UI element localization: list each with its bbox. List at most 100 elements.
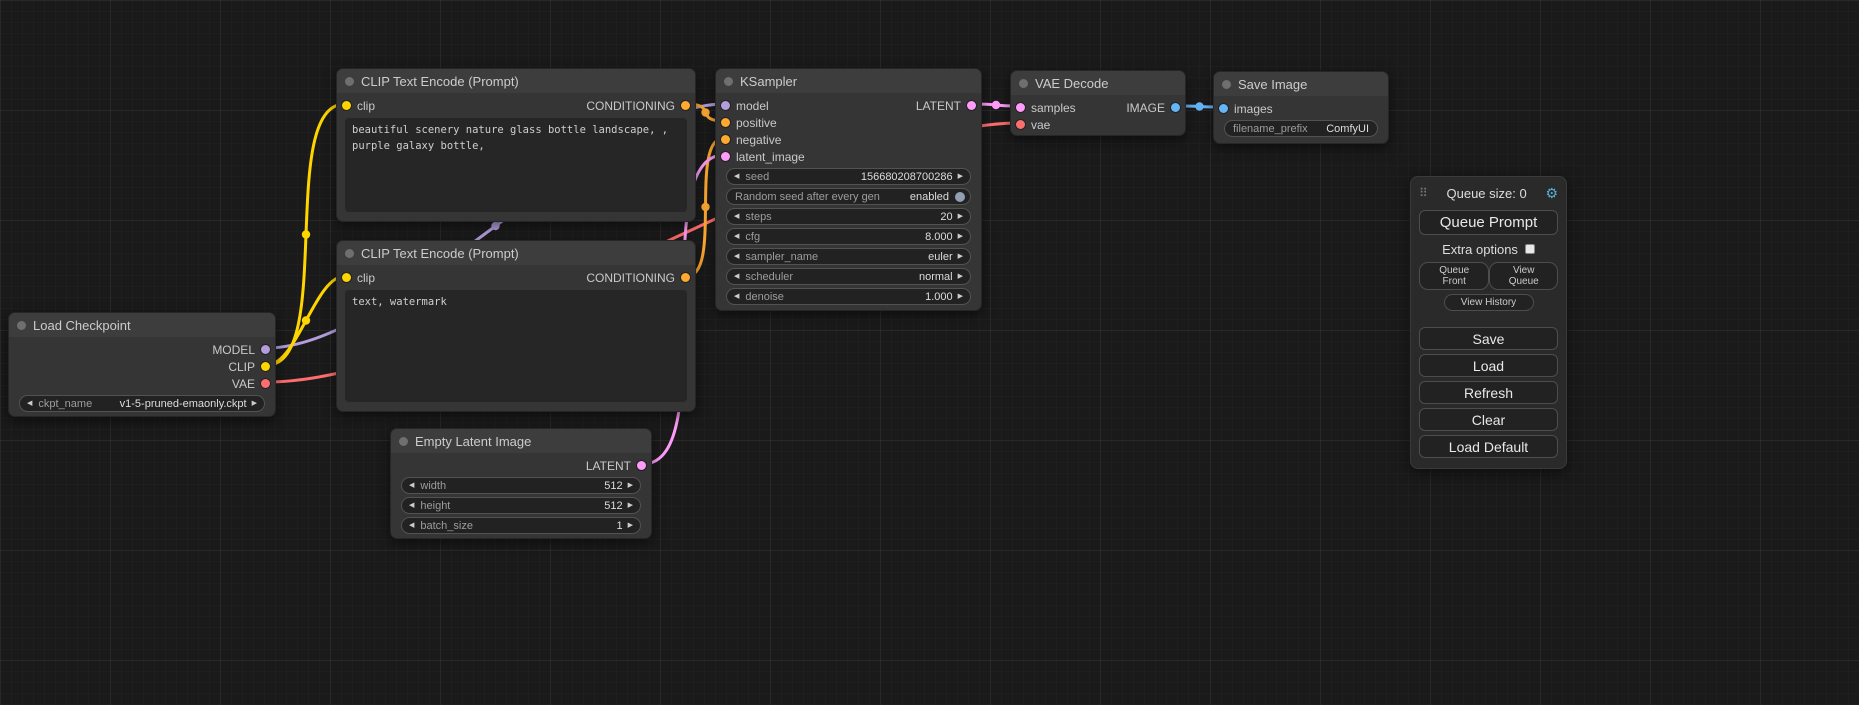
input-slot-vae[interactable]: [1016, 120, 1025, 129]
widget-value: 512: [604, 500, 622, 512]
widget-label: steps: [745, 211, 771, 223]
node-save-image[interactable]: Save Imageimagesfilename_prefixComfyUI: [1213, 71, 1389, 144]
slot-in: clip: [337, 99, 375, 113]
node-clip-text-encode-positive[interactable]: CLIP Text Encode (Prompt)clipCONDITIONIN…: [336, 68, 696, 222]
view-queue-button[interactable]: View Queue: [1489, 262, 1558, 290]
clear-button[interactable]: Clear: [1419, 408, 1558, 431]
increment-arrow-icon[interactable]: ▶: [623, 497, 640, 514]
extra-options-checkbox[interactable]: [1525, 244, 1535, 254]
increment-arrow-icon[interactable]: ▶: [623, 517, 640, 534]
input-slot-clip[interactable]: [342, 273, 351, 282]
widget-height[interactable]: ◀height 512▶: [401, 497, 641, 514]
refresh-button[interactable]: Refresh: [1419, 381, 1558, 404]
output-slot-label: IMAGE: [1126, 101, 1165, 115]
collapse-dot[interactable]: [724, 77, 733, 86]
slot-out: CONDITIONING: [586, 99, 695, 113]
output-slot-label: LATENT: [586, 459, 631, 473]
node-clip-text-encode-negative[interactable]: CLIP Text Encode (Prompt) clipCONDITIONIN…: [336, 240, 696, 412]
node-load-checkpoint[interactable]: Load CheckpointMODELCLIPVAE◀ckpt_namev1-…: [8, 312, 276, 417]
collapse-dot[interactable]: [17, 321, 26, 330]
increment-arrow-icon[interactable]: ▶: [953, 248, 970, 265]
slots-area: images: [1214, 100, 1388, 117]
widget-label: seed: [745, 171, 769, 183]
widget-value: 512: [604, 480, 622, 492]
widget-scheduler[interactable]: ◀schedulernormal▶: [726, 268, 971, 285]
input-slot-model[interactable]: [721, 101, 730, 110]
decrement-arrow-icon[interactable]: ◀: [727, 168, 745, 185]
view-history-button[interactable]: View History: [1444, 294, 1534, 311]
output-slot-label: CLIP: [228, 360, 255, 374]
widget-batch-size[interactable]: ◀batch_size1▶: [401, 517, 641, 534]
decrement-arrow-icon[interactable]: ◀: [402, 517, 420, 534]
increment-arrow-icon[interactable]: ▶: [623, 477, 640, 494]
widget-random-seed-after-every-gen[interactable]: Random seed after every genenabled: [726, 188, 971, 205]
collapse-dot[interactable]: [1019, 79, 1028, 88]
slot-out: VAE: [232, 377, 275, 391]
queue-front-button[interactable]: Queue Front: [1419, 262, 1489, 290]
widget-seed[interactable]: ◀seed156680208700286▶: [726, 168, 971, 185]
output-slot-MODEL[interactable]: [261, 345, 270, 354]
decrement-arrow-icon[interactable]: ◀: [727, 248, 745, 265]
settings-gear-icon[interactable]: ⚙: [1545, 185, 1558, 202]
collapse-dot[interactable]: [1222, 80, 1231, 89]
input-slot-negative[interactable]: [721, 135, 730, 144]
output-slot-CONDITIONING[interactable]: [681, 273, 690, 282]
slots-area: clipCONDITIONING: [337, 269, 695, 286]
widget-steps[interactable]: ◀steps20▶: [726, 208, 971, 225]
slot-out: CONDITIONING: [586, 271, 695, 285]
comfyui-menu-panel: ⠿ Queue size: 0 ⚙ Queue Prompt Extra opt…: [1410, 176, 1567, 469]
widget-ckpt-name[interactable]: ◀ckpt_namev1-5-pruned-emaonly.ckpt▶: [19, 395, 265, 412]
slot-row: clip CONDITIONING: [337, 97, 695, 114]
increment-arrow-icon[interactable]: ▶: [953, 208, 970, 225]
decrement-arrow-icon[interactable]: ◀: [402, 497, 420, 514]
output-slot-IMAGE[interactable]: [1171, 103, 1180, 112]
decrement-arrow-icon[interactable]: ◀: [402, 477, 420, 494]
decrement-arrow-icon[interactable]: ◀: [727, 288, 745, 305]
increment-arrow-icon[interactable]: ▶: [953, 288, 970, 305]
prompt-text[interactable]: text, watermark: [345, 290, 687, 402]
decrement-arrow-icon[interactable]: ◀: [727, 268, 745, 285]
input-slot-samples[interactable]: [1016, 103, 1025, 112]
collapse-dot[interactable]: [345, 249, 354, 258]
widget-denoise[interactable]: ◀denoise1.000▶: [726, 288, 971, 305]
decrement-arrow-icon[interactable]: ◀: [20, 395, 38, 412]
queue-prompt-button[interactable]: Queue Prompt: [1419, 210, 1558, 235]
node-empty-latent-image[interactable]: Empty Latent ImageLATENT◀width512▶◀heigh…: [390, 428, 652, 539]
increment-arrow-icon[interactable]: ▶: [953, 228, 970, 245]
prompt-text[interactable]: beautiful scenery nature glass bottle la…: [345, 118, 687, 212]
node-title-bar: CLIP Text Encode (Prompt): [337, 241, 695, 265]
input-slot-latent_image[interactable]: [721, 152, 730, 161]
collapse-dot[interactable]: [345, 77, 354, 86]
input-slot-positive[interactable]: [721, 118, 730, 127]
output-slot-CLIP[interactable]: [261, 362, 270, 371]
widget-filename-prefix[interactable]: filename_prefixComfyUI: [1224, 120, 1378, 137]
output-slot-VAE[interactable]: [261, 379, 270, 388]
increment-arrow-icon[interactable]: ▶: [953, 168, 970, 185]
node-ksampler[interactable]: KSamplermodelLATENTpositivenegativelaten…: [715, 68, 982, 311]
output-slot-CONDITIONING[interactable]: [681, 101, 690, 110]
node-title-text: Empty Latent Image: [415, 434, 531, 449]
toggle-knob-icon[interactable]: [955, 192, 965, 202]
slot-out: LATENT: [586, 459, 651, 473]
output-slot-LATENT[interactable]: [967, 101, 976, 110]
slot-row: images: [1214, 100, 1388, 117]
output-slot-LATENT[interactable]: [637, 461, 646, 470]
load-default-button[interactable]: Load Default: [1419, 435, 1558, 458]
widget-label: height: [420, 500, 450, 512]
widget-width[interactable]: ◀width512▶: [401, 477, 641, 494]
collapse-dot[interactable]: [399, 437, 408, 446]
drag-handle-icon[interactable]: ⠿: [1419, 186, 1428, 200]
widget-sampler-name[interactable]: ◀sampler_nameeuler▶: [726, 248, 971, 265]
decrement-arrow-icon[interactable]: ◀: [727, 228, 745, 245]
node-vae-decode[interactable]: VAE DecodesamplesIMAGEvae: [1010, 70, 1186, 136]
increment-arrow-icon[interactable]: ▶: [247, 395, 264, 412]
decrement-arrow-icon[interactable]: ◀: [727, 208, 745, 225]
input-slot-clip[interactable]: [342, 101, 351, 110]
increment-arrow-icon[interactable]: ▶: [953, 268, 970, 285]
slots-area: MODELCLIPVAE: [9, 341, 275, 392]
widget-cfg[interactable]: ◀cfg8.000▶: [726, 228, 971, 245]
widget-label: scheduler: [745, 271, 793, 283]
input-slot-images[interactable]: [1219, 104, 1228, 113]
save-button[interactable]: Save: [1419, 327, 1558, 350]
load-button[interactable]: Load: [1419, 354, 1558, 377]
